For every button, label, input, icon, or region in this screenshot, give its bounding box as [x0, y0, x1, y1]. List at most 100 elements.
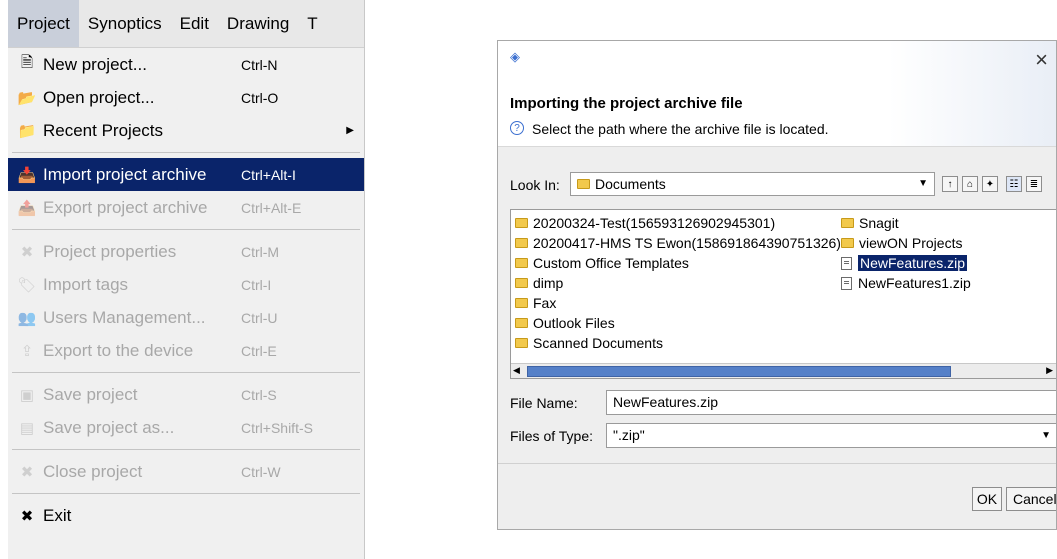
file-list-item[interactable]: viewON Projects [841, 233, 962, 253]
details-view-icon[interactable]: ≣ [1026, 176, 1042, 192]
close-icon[interactable]: × [1035, 47, 1048, 73]
menubar-item-synoptics[interactable]: Synoptics [79, 0, 171, 47]
menu-item-close-project[interactable]: ✖ Close project Ctrl-W [8, 455, 364, 488]
home-icon[interactable]: ⌂ [962, 176, 978, 192]
menu-item-label: Import tags [43, 274, 129, 294]
file-list-item[interactable]: 20200417-HMS TS Ewon(158691864390751326) [515, 233, 841, 253]
menu-item-shortcut: Ctrl+Alt-E [241, 199, 302, 216]
dialog-header: ◈ × Importing the project archive file ?… [498, 41, 1056, 147]
files-of-type-value: ".zip" [613, 427, 645, 443]
menu-item-shortcut: Ctrl-S [241, 386, 277, 403]
menu-item-label: Save project as... [43, 417, 175, 437]
look-in-label: Look In: [510, 177, 560, 193]
folder-icon [515, 338, 528, 348]
file-name: dimp [533, 275, 564, 291]
menu-item-recent-projects[interactable]: 📁 Recent Projects ▶ [8, 114, 364, 147]
menu-item-project-properties[interactable]: ✖ Project properties Ctrl-M [8, 235, 364, 268]
import-archive-icon: 📥 [17, 166, 37, 184]
menu-item-export-project-archive[interactable]: 📤 Export project archive Ctrl+Alt-E [8, 191, 364, 224]
file-list-item[interactable]: Outlook Files [515, 313, 615, 333]
file-list-item[interactable]: NewFeatures1.zip [841, 273, 971, 293]
menubar-item-edit[interactable]: Edit [171, 0, 218, 47]
app-eye-icon: ◈ [510, 49, 520, 64]
menu-item-import-project-archive[interactable]: 📥 Import project archive Ctrl+Alt-I [8, 158, 364, 191]
menubar-item-drawing[interactable]: Drawing [218, 0, 298, 47]
menu-item-import-tags[interactable]: 🏷 Import tags Ctrl-I [8, 268, 364, 301]
menu-item-label: New project... [43, 54, 147, 74]
file-name: NewFeatures.zip [858, 255, 968, 271]
scroll-right-icon[interactable]: ▶ [1046, 365, 1053, 376]
folder-icon [515, 258, 528, 268]
file-name: Snagit [859, 215, 899, 231]
menubar-item-project[interactable]: Project [8, 0, 79, 47]
file-name: viewON Projects [859, 235, 963, 251]
look-in-dropdown[interactable]: Documents ▼ [570, 172, 935, 196]
chevron-down-icon: ▼ [1041, 430, 1051, 441]
horizontal-scrollbar[interactable]: ◀ ▶ [511, 363, 1056, 378]
file-name-label: File Name: [510, 395, 578, 411]
zip-file-icon [841, 256, 852, 270]
menu-item-label: Export to the device [43, 340, 194, 360]
menu-item-shortcut: Ctrl-N [241, 56, 278, 73]
dialog-subtitle: Select the path where the archive file i… [532, 121, 829, 137]
scroll-left-icon[interactable]: ◀ [513, 365, 520, 376]
menu-separator [12, 372, 360, 373]
menu-item-open-project[interactable]: 📂 Open project... Ctrl-O [8, 81, 364, 114]
file-list[interactable]: 20200324-Test(156593126902945301) 2020041… [510, 209, 1056, 379]
menu-separator [12, 229, 360, 230]
new-folder-icon[interactable]: ✦ [982, 176, 998, 192]
menubar-item-t[interactable]: T [298, 0, 326, 47]
menu-item-label: Project properties [43, 241, 177, 261]
submenu-arrow-icon: ▶ [346, 125, 354, 136]
menu-item-label: Recent Projects [43, 120, 163, 140]
menu-item-shortcut: Ctrl+Shift-S [241, 419, 313, 436]
menubar: Project Synoptics Edit Drawing T [8, 0, 364, 48]
scroll-thumb[interactable] [527, 366, 951, 377]
export-archive-icon: 📤 [17, 199, 37, 217]
project-menu-panel: Project Synoptics Edit Drawing T 🗎 New projec… [8, 0, 365, 559]
folder-icon: 📁 [17, 122, 37, 140]
file-list-item[interactable]: 20200324-Test(156593126902945301) [515, 213, 775, 233]
file-list-item[interactable]: Snagit [841, 213, 899, 233]
menu-separator [12, 493, 360, 494]
folder-icon [515, 218, 528, 228]
menu-item-users-management[interactable]: 👥 Users Management... Ctrl-U [8, 301, 364, 334]
file-chooser: Look In: Documents ▼ ↑ ⌂ ✦ ☷ ≣ 20200324-… [498, 147, 1056, 529]
ok-button[interactable]: OK [972, 487, 1002, 511]
files-of-type-dropdown[interactable]: ".zip" ▼ [606, 423, 1056, 448]
menu-item-save-project-as[interactable]: ▤ Save project as... Ctrl+Shift-S [8, 411, 364, 444]
menu-item-label: Save project [43, 384, 138, 404]
file-name-input[interactable]: NewFeatures.zip [606, 390, 1056, 415]
file-list-item[interactable]: Custom Office Templates [515, 253, 689, 273]
button-bar-divider [498, 463, 1056, 464]
menu-item-label: Export project archive [43, 197, 208, 217]
dialog-heading: Importing the project archive file [510, 95, 743, 112]
tag-icon: 🏷 [17, 276, 37, 294]
file-list-item[interactable]: dimp [515, 273, 563, 293]
menu-item-export-to-the-device[interactable]: ⇪ Export to the device Ctrl-E [8, 334, 364, 367]
look-in-value: Documents [595, 176, 666, 192]
menu-item-shortcut: Ctrl+Alt-I [241, 166, 296, 183]
folder-icon [515, 238, 528, 248]
menu-item-new-project[interactable]: 🗎 New project... Ctrl-N [8, 48, 364, 81]
menu-item-shortcut: Ctrl-U [241, 309, 278, 326]
file-list-item[interactable]: Fax [515, 293, 556, 313]
save-icon: ▣ [19, 386, 35, 404]
folder-icon [515, 298, 528, 308]
file-name: 20200324-Test(156593126902945301) [533, 215, 776, 231]
file-list-item[interactable]: NewFeatures.zip [841, 253, 968, 273]
menu-item-save-project[interactable]: ▣ Save project Ctrl-S [8, 378, 364, 411]
menu-item-shortcut: Ctrl-W [241, 463, 281, 480]
menu-item-shortcut: Ctrl-I [241, 276, 272, 293]
menu-item-label: Close project [43, 461, 143, 481]
file-list-item[interactable]: Scanned Documents [515, 333, 663, 353]
chevron-down-icon: ▼ [918, 178, 928, 189]
cancel-button[interactable]: Cancel [1006, 487, 1056, 511]
menu-item-exit[interactable]: ✖ Exit [8, 499, 364, 532]
file-name: NewFeatures1.zip [858, 275, 971, 291]
menu-separator [12, 152, 360, 153]
open-folder-icon: 📂 [17, 89, 37, 107]
up-folder-icon[interactable]: ↑ [942, 176, 958, 192]
list-view-icon[interactable]: ☷ [1006, 176, 1022, 192]
menu-item-label: Import project archive [43, 164, 207, 184]
